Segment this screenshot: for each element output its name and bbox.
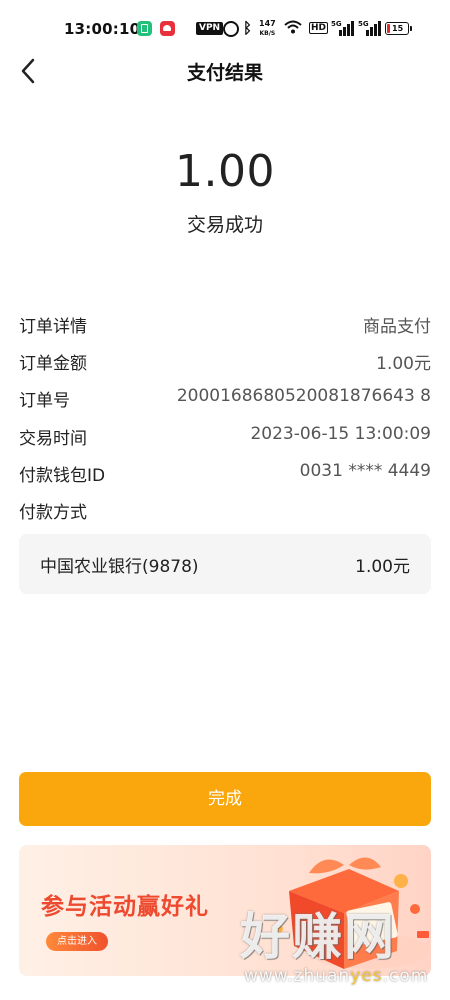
done-button[interactable]: 完成 xyxy=(19,772,431,826)
detail-value: 1.00元 xyxy=(376,354,431,374)
status-bar: 13:00:10 VPN ᛒ 147 KB/S HD 5G 5G 15 xyxy=(0,0,450,48)
promo-banner[interactable]: 参与活动赢好礼 点击进入 xyxy=(19,845,431,976)
detail-label: 付款方式 xyxy=(19,503,87,523)
app-notification-icon-2 xyxy=(160,21,175,36)
detail-value: 2023-06-15 13:00:09 xyxy=(250,424,431,444)
bank-name: 中国农业银行(9878) xyxy=(40,557,199,577)
detail-label: 交易时间 xyxy=(19,429,87,449)
signal-label: 5G xyxy=(331,20,342,28)
detail-row-payment-method: 付款方式 xyxy=(19,498,431,526)
alarm-icon xyxy=(223,21,239,37)
network-speed-value: 147 xyxy=(259,19,276,28)
detail-label: 付款钱包ID xyxy=(19,466,106,486)
detail-row-wallet-id: 付款钱包ID 0031 **** 4449 xyxy=(19,461,431,489)
detail-row-order-amount: 订单金额 1.00元 xyxy=(19,349,431,377)
detail-label: 订单金额 xyxy=(19,354,87,374)
detail-label: 订单号 xyxy=(19,391,70,411)
detail-label: 订单详情 xyxy=(19,317,87,337)
detail-row-order-details: 订单详情 商品支付 xyxy=(19,312,431,340)
signal-icon-2: 5G xyxy=(358,20,381,36)
promo-title: 参与活动赢好礼 xyxy=(41,894,209,920)
app-notification-icon xyxy=(137,21,152,36)
hd-icon: HD xyxy=(309,22,329,34)
bluetooth-icon: ᛒ xyxy=(243,19,253,37)
signal-icon: 5G xyxy=(331,20,354,36)
promo-enter-button[interactable]: 点击进入 xyxy=(46,932,108,951)
gift-box-icon xyxy=(275,857,429,969)
wifi-icon xyxy=(284,20,302,34)
payment-amount: 1.00 xyxy=(175,146,275,197)
page-title: 支付结果 xyxy=(186,62,263,84)
vpn-icon: VPN xyxy=(196,22,224,35)
payment-method-card: 中国农业银行(9878) 1.00元 xyxy=(19,534,431,594)
transaction-status: 交易成功 xyxy=(186,214,263,236)
network-speed-unit: KB/S xyxy=(259,30,276,37)
status-time: 13:00:10 xyxy=(64,20,141,38)
battery-level: 15 xyxy=(392,24,404,33)
signal-label-2: 5G xyxy=(358,20,369,28)
detail-row-order-number: 订单号 2000168680520081876643 8 xyxy=(19,386,431,414)
detail-value: 0031 **** 4449 xyxy=(299,461,431,481)
battery-icon: 15 xyxy=(385,22,412,35)
detail-value: 2000168680520081876643 8 xyxy=(176,386,431,406)
payment-method-amount: 1.00元 xyxy=(355,557,410,577)
detail-row-transaction-time: 交易时间 2023-06-15 13:00:09 xyxy=(19,424,431,452)
network-speed: 147 KB/S xyxy=(259,19,276,38)
detail-value: 商品支付 xyxy=(363,317,431,337)
